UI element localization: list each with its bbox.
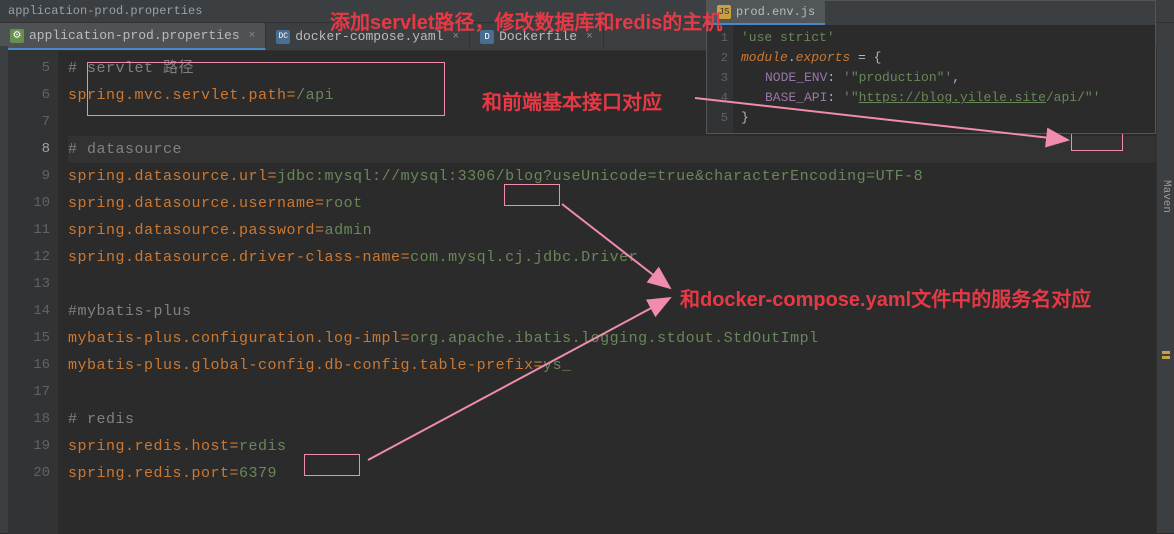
line-number-gutter: 5 6 7 8 9 10 11 12 13 14 15 16 17 18 19 …: [8, 51, 58, 534]
line-number: 11: [8, 217, 50, 244]
line-number: 18: [8, 406, 50, 433]
maven-tool-tab[interactable]: Maven: [1160, 180, 1172, 213]
code-line-20: spring.redis.port=6379: [68, 460, 1168, 487]
left-gutter-strip: [0, 46, 8, 533]
line-number: 2: [707, 48, 728, 68]
code-line-15: mybatis-plus.configuration.log-impl=org.…: [68, 325, 1168, 352]
right-marker-strip: [1156, 46, 1174, 533]
warning-marker[interactable]: [1162, 356, 1170, 359]
tab-label: Dockerfile: [499, 29, 577, 44]
docker-icon: D: [480, 30, 494, 44]
line-number: 8: [8, 136, 50, 163]
yaml-icon: DC: [276, 30, 290, 44]
line-number: 1: [707, 28, 728, 48]
tab-label: docker-compose.yaml: [295, 29, 443, 44]
line-number: 9: [8, 163, 50, 190]
line-number: 5: [707, 108, 728, 128]
code-line-9: spring.datasource.url=jdbc:mysql://mysql…: [68, 163, 1168, 190]
code-line-11: spring.datasource.password=admin: [68, 217, 1168, 244]
line-number: 16: [8, 352, 50, 379]
side-gutter: 1 2 3 4 5: [707, 25, 733, 133]
tab-dockerfile[interactable]: D Dockerfile ×: [470, 24, 604, 49]
line-number: 20: [8, 460, 50, 487]
line-number: 12: [8, 244, 50, 271]
close-icon[interactable]: ×: [452, 31, 459, 43]
line-number: 17: [8, 379, 50, 406]
side-line-4: BASE_API: '"https://blog.yilele.site/api…: [741, 88, 1155, 108]
tab-application-prod[interactable]: ⚙ application-prod.properties ×: [0, 23, 266, 50]
side-tab-label: prod.env.js: [736, 5, 815, 19]
line-number: 15: [8, 325, 50, 352]
side-line-2: module.exports = {: [741, 48, 1155, 68]
line-number: 6: [8, 82, 50, 109]
line-number: 14: [8, 298, 50, 325]
line-number: 19: [8, 433, 50, 460]
side-code[interactable]: 'use strict' module.exports = { NODE_ENV…: [733, 25, 1155, 133]
js-icon: JS: [717, 5, 731, 19]
tab-docker-compose[interactable]: DC docker-compose.yaml ×: [266, 24, 470, 49]
code-line-8: # datasource: [68, 136, 1168, 163]
close-icon[interactable]: ×: [586, 31, 593, 43]
code-line-16: mybatis-plus.global-config.db-config.tab…: [68, 352, 1168, 379]
line-number: 4: [707, 88, 728, 108]
close-icon[interactable]: ×: [249, 30, 256, 42]
side-line-5: }: [741, 108, 1155, 128]
code-line-12: spring.datasource.driver-class-name=com.…: [68, 244, 1168, 271]
side-editor-panel: JS prod.env.js 1 2 3 4 5 'use strict' mo…: [706, 0, 1156, 134]
code-line-10: spring.datasource.username=root: [68, 190, 1168, 217]
side-tab-prod-env[interactable]: JS prod.env.js: [707, 1, 825, 25]
code-line-18: # redis: [68, 406, 1168, 433]
line-number: 10: [8, 190, 50, 217]
line-number: 7: [8, 109, 50, 136]
code-line-19: spring.redis.host=redis: [68, 433, 1168, 460]
line-number: 13: [8, 271, 50, 298]
side-line-3: NODE_ENV: '"production"',: [741, 68, 1155, 88]
line-number: 5: [8, 55, 50, 82]
properties-icon: ⚙: [10, 29, 24, 43]
warning-marker[interactable]: [1162, 351, 1170, 354]
line-number: 3: [707, 68, 728, 88]
side-editor-content[interactable]: 1 2 3 4 5 'use strict' module.exports = …: [707, 25, 1155, 133]
code-line-17: [68, 379, 1168, 406]
code-line-13: [68, 271, 1168, 298]
side-tabs: JS prod.env.js: [707, 1, 1155, 25]
side-line-1: 'use strict': [741, 28, 1155, 48]
code-line-14: #mybatis-plus: [68, 298, 1168, 325]
tab-label: application-prod.properties: [29, 28, 240, 43]
